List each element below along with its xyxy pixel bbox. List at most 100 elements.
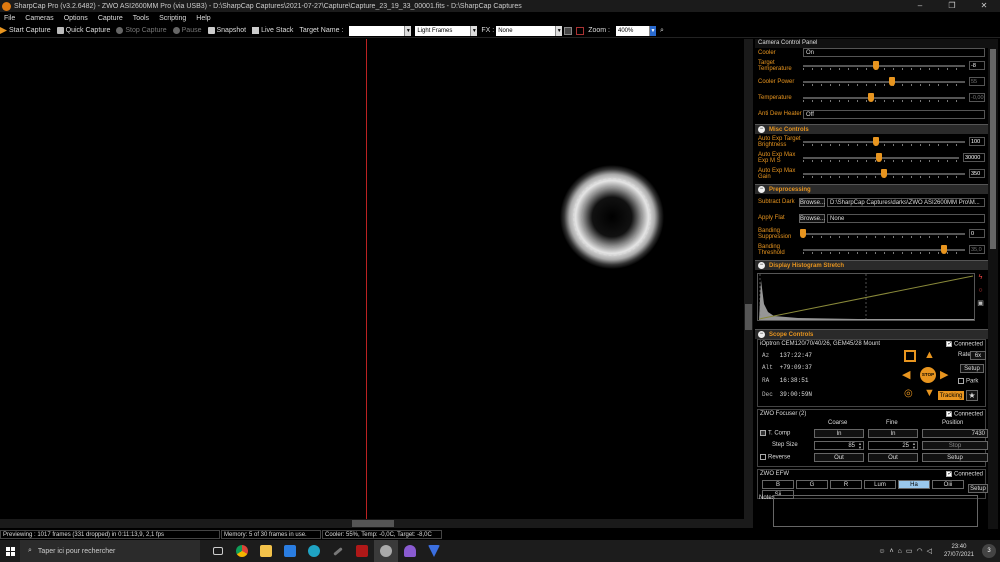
histogram-toggle-icon[interactable] — [564, 26, 573, 35]
auto-stretch-icon[interactable]: ϟ — [976, 273, 985, 282]
slider-knob[interactable] — [872, 137, 879, 146]
anti-dew-select[interactable]: Off — [803, 110, 985, 119]
slew-south-button[interactable]: ▼ — [924, 388, 935, 399]
focus-in-fine-button[interactable]: In — [868, 429, 918, 438]
menu-tools[interactable]: Tools — [133, 15, 149, 22]
menu-cameras[interactable]: Cameras — [25, 15, 53, 22]
tracking-button[interactable]: Tracking — [938, 391, 964, 400]
notes-textarea[interactable] — [773, 495, 978, 527]
slew-east-button[interactable]: ▶ — [940, 370, 948, 381]
app-hat-icon[interactable] — [398, 540, 422, 562]
auto-exp-max-gain-slider[interactable] — [803, 169, 965, 178]
filter-r-button[interactable]: R — [830, 480, 862, 489]
stop-capture-button[interactable]: Stop Capture — [116, 27, 167, 34]
minimize-button[interactable]: – — [904, 0, 936, 12]
chrome-icon[interactable] — [230, 540, 254, 562]
viewport-horizontal-scrollbar[interactable] — [0, 519, 753, 528]
zoom-select[interactable]: 400% ▼ — [616, 25, 656, 36]
edge-icon[interactable] — [302, 540, 326, 562]
spin-icon[interactable]: ▲ ▼ — [911, 442, 917, 450]
pause-button[interactable]: Pause — [172, 27, 202, 34]
rate-select[interactable]: 6x — [970, 351, 986, 360]
banding-threshold-value[interactable]: 35,0 — [969, 245, 985, 254]
banding-suppression-value[interactable]: 0 — [969, 229, 985, 238]
scope-stop-button[interactable]: STOP — [920, 367, 936, 383]
focus-in-coarse-button[interactable]: In — [814, 429, 864, 438]
quick-capture-button[interactable]: Quick Capture — [56, 27, 110, 34]
subtract-dark-browse-button[interactable]: Browse... — [799, 198, 825, 207]
slider-knob[interactable] — [940, 245, 947, 254]
start-button[interactable] — [0, 540, 20, 562]
scroll-thumb[interactable] — [745, 304, 752, 330]
fx-select[interactable]: None ▼ — [496, 25, 563, 36]
menu-capture[interactable]: Capture — [98, 15, 123, 22]
tool-icon[interactable] — [326, 540, 350, 562]
slider-knob[interactable] — [881, 169, 887, 178]
goto-target-icon[interactable] — [904, 350, 916, 362]
menu-help[interactable]: Help — [196, 15, 210, 22]
menu-options[interactable]: Options — [64, 15, 88, 22]
collapse-icon[interactable]: − — [758, 262, 765, 269]
save-icon[interactable]: ▣ — [976, 299, 985, 308]
banding-suppression-slider[interactable] — [800, 229, 965, 238]
slew-west-button[interactable]: ◀ — [902, 370, 910, 381]
file-explorer-icon[interactable] — [254, 540, 278, 562]
volume-icon[interactable]: ◁ — [927, 547, 932, 555]
app-red-icon[interactable] — [350, 540, 374, 562]
misc-controls-header[interactable]: − Misc Controls — [755, 124, 988, 134]
notification-center-badge[interactable]: 3 — [982, 544, 996, 558]
filter-oiii-button[interactable]: Oiii — [932, 480, 964, 489]
filter-g-button[interactable]: G — [796, 480, 828, 489]
mail-icon[interactable] — [278, 540, 302, 562]
scroll-thumb[interactable] — [990, 49, 996, 249]
image-viewport[interactable] — [0, 39, 744, 519]
focus-out-fine-button[interactable]: Out — [868, 453, 918, 462]
live-stack-button[interactable]: Live Stack — [252, 27, 293, 34]
focuser-connected-checkbox[interactable]: Connected — [946, 410, 983, 418]
target-temperature-value[interactable]: -8 — [969, 61, 985, 70]
taskbar-search[interactable]: ⌕ Taper ici pour rechercher — [20, 540, 200, 562]
scope-connected-checkbox[interactable]: Connected — [946, 340, 983, 348]
collapse-icon[interactable]: − — [758, 186, 765, 193]
focuser-stop-button[interactable]: Stop — [922, 441, 988, 450]
taskbar-clock[interactable]: 23:40 27/07/2021 — [944, 543, 974, 559]
focuser-position-input[interactable]: 7430 — [922, 429, 988, 438]
apply-flat-select[interactable]: None — [827, 214, 985, 223]
reticle-toggle-icon[interactable] — [576, 26, 585, 35]
auto-exp-brightness-value[interactable]: 100 — [969, 137, 985, 146]
step-coarse-input[interactable]: 85 ▲ ▼ — [814, 441, 864, 450]
efw-setup-button[interactable]: Setup — [968, 484, 988, 493]
slider-knob[interactable] — [800, 229, 806, 238]
t-comp-checkbox[interactable]: T. Comp — [760, 430, 790, 437]
scope-setup-button[interactable]: Setup — [960, 364, 984, 373]
slider-knob[interactable] — [872, 61, 879, 70]
subtract-dark-select[interactable]: D:\SharpCap Captures\darks\ZWO ASI2600MM… — [827, 198, 985, 207]
scroll-thumb[interactable] — [352, 520, 394, 527]
focus-out-coarse-button[interactable]: Out — [814, 453, 864, 462]
battery-icon[interactable]: ▭ — [906, 547, 913, 555]
collapse-icon[interactable]: − — [758, 331, 765, 338]
slew-north-button[interactable]: ▲ — [924, 350, 935, 361]
auto-exp-brightness-slider[interactable] — [803, 137, 965, 146]
preprocessing-header[interactable]: − Preprocessing — [755, 184, 988, 194]
menu-scripting[interactable]: Scripting — [159, 15, 186, 22]
cooler-select[interactable]: On — [803, 48, 985, 57]
app-shield-icon[interactable] — [422, 540, 446, 562]
apply-flat-browse-button[interactable]: Browse... — [799, 214, 825, 223]
viewport-vertical-scrollbar[interactable] — [744, 39, 753, 519]
auto-exp-max-exp-slider[interactable] — [803, 153, 959, 162]
frame-type-select[interactable]: Light Frames ▼ — [415, 25, 478, 36]
sharpcap-taskbar-icon[interactable] — [374, 540, 398, 562]
auto-exp-max-exp-value[interactable]: 30000 — [963, 153, 985, 162]
auto-exp-max-gain-value[interactable]: 350 — [969, 169, 985, 178]
menu-file[interactable]: File — [4, 15, 15, 22]
histogram-header[interactable]: − Display Histogram Stretch — [755, 260, 988, 270]
park-checkbox[interactable]: Park — [958, 378, 978, 385]
network-icon[interactable]: ⌂ — [898, 548, 902, 555]
snapshot-button[interactable]: Snapshot — [207, 27, 246, 34]
task-view-icon[interactable] — [206, 540, 230, 562]
reverse-checkbox[interactable]: Reverse — [760, 454, 790, 461]
collapse-icon[interactable]: − — [758, 126, 765, 133]
panel-scrollbar[interactable] — [988, 39, 998, 529]
chevron-up-icon[interactable]: ˄ — [890, 548, 894, 555]
